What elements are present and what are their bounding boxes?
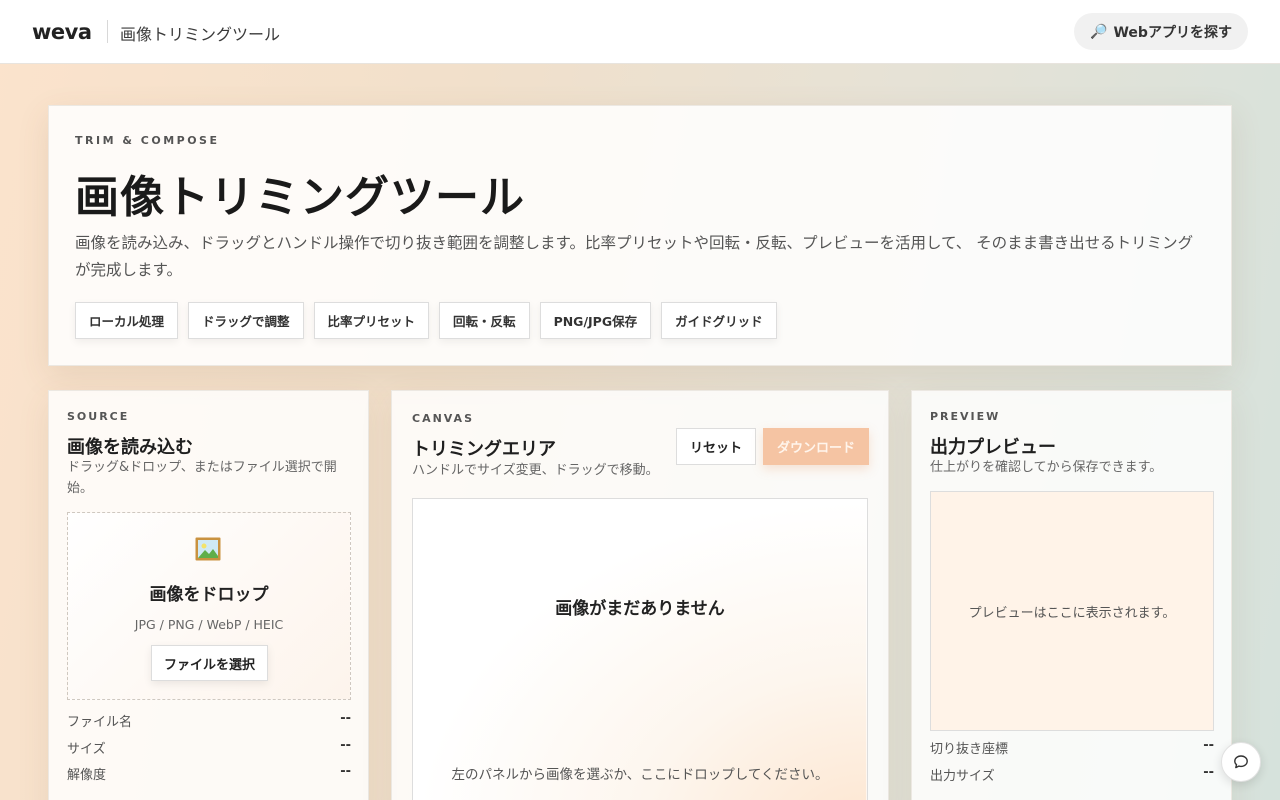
- preview-placeholder: プレビューはここに表示されます。: [968, 606, 1176, 621]
- source-eyebrow: SOURCE: [67, 410, 130, 423]
- canvas-panel: CANVAS トリミングエリア ハンドルでサイズ変更、ドラッグで移動。 リセット…: [391, 390, 889, 800]
- meta-value: --: [340, 737, 351, 753]
- source-subtitle: ドラッグ&ドロップ、またはファイル選択で開始。: [67, 460, 337, 496]
- meta-value: --: [340, 764, 351, 779]
- hero-eyebrow: TRIM & COMPOSE: [75, 134, 220, 147]
- meta-label: サイズ: [67, 741, 106, 757]
- select-file-button[interactable]: ファイルを選択: [151, 645, 268, 681]
- output-preview: プレビューはここに表示されます。: [930, 491, 1214, 731]
- hero-description: 画像を読み込み、ドラッグとハンドル操作で切り抜き範囲を調整します。比率プリセット…: [75, 234, 1194, 279]
- canvas-empty-title: 画像がまだありません: [555, 599, 725, 619]
- weva-logo[interactable]: weva: [32, 20, 92, 44]
- source-panel: SOURCE 画像を読み込む ドラッグ&ドロップ、またはファイル選択で開始。 画…: [48, 390, 369, 800]
- meta-value: --: [1203, 738, 1214, 753]
- meta-value: --: [1203, 764, 1214, 780]
- image-dropzone[interactable]: 画像をドロップ JPG / PNG / WebP / HEIC ファイルを選択: [67, 512, 351, 700]
- preview-eyebrow: PREVIEW: [930, 410, 1001, 423]
- meta-row-resolution: 解像度 --: [67, 764, 351, 791]
- app-title: 画像トリミングツール: [120, 25, 281, 44]
- page-title: 画像トリミングツール: [75, 172, 525, 223]
- chip-local: ローカル処理: [75, 302, 179, 339]
- feature-chips: ローカル処理 ドラッグで調整 比率プリセット 回転・反転 PNG/JPG保存 ガ…: [75, 302, 777, 339]
- meta-row-size: サイズ --: [67, 738, 351, 765]
- preview-panel: PREVIEW 出力プレビュー 仕上がりを確認してから保存できます。 プレビュー…: [911, 390, 1232, 800]
- preview-subtitle: 仕上がりを確認してから保存できます。: [930, 460, 1163, 475]
- reset-button[interactable]: リセット: [676, 428, 756, 465]
- meta-row-output-size: 出力サイズ --: [930, 765, 1214, 792]
- canvas-subtitle: ハンドルでサイズ変更、ドラッグで移動。: [412, 463, 659, 478]
- meta-label: 切り抜き座標: [930, 742, 1009, 757]
- meta-label: 出力サイズ: [930, 768, 995, 784]
- chat-button[interactable]: [1221, 742, 1261, 782]
- meta-value: --: [340, 711, 351, 726]
- hero-card: TRIM & COMPOSE 画像トリミングツール 画像を読み込み、ドラッグとハ…: [48, 105, 1232, 366]
- top-bar: weva 画像トリミングツール 🔎 Webアプリを探す: [0, 0, 1280, 64]
- chip-drag: ドラッグで調整: [188, 302, 304, 339]
- canvas-eyebrow: CANVAS: [412, 412, 474, 425]
- trim-canvas[interactable]: 画像がまだありません 左のパネルから画像を選ぶか、ここにドロップしてください。: [412, 498, 868, 800]
- explore-webapps-label: Webアプリを探す: [1113, 24, 1232, 41]
- source-meta-list: ファイル名 -- サイズ -- 解像度 --: [67, 711, 351, 791]
- dropzone-formats: JPG / PNG / WebP / HEIC: [134, 617, 284, 632]
- preview-meta-list: 切り抜き座標 -- 出力サイズ --: [930, 738, 1214, 791]
- chip-rotate: 回転・反転: [439, 302, 530, 339]
- meta-row-crop-coords: 切り抜き座標 --: [930, 738, 1214, 765]
- meta-row-filename: ファイル名 --: [67, 711, 351, 738]
- canvas-empty-hint: 左のパネルから画像を選ぶか、ここにドロップしてください。: [451, 767, 829, 783]
- magnifier-icon: 🔎: [1090, 23, 1108, 40]
- explore-webapps-button[interactable]: 🔎 Webアプリを探す: [1074, 13, 1248, 50]
- source-title: 画像を読み込む: [67, 437, 193, 458]
- picture-icon: [195, 537, 221, 561]
- chip-ratio: 比率プリセット: [313, 302, 430, 339]
- chat-bubble-icon: [1234, 755, 1248, 769]
- preview-title: 出力プレビュー: [930, 437, 1056, 458]
- chip-save: PNG/JPG保存: [539, 302, 652, 339]
- chip-grid: ガイドグリッド: [661, 302, 777, 339]
- download-button[interactable]: ダウンロード: [763, 428, 869, 465]
- header-divider: [107, 20, 108, 43]
- canvas-title: トリミングエリア: [412, 439, 556, 460]
- meta-label: 解像度: [67, 768, 107, 783]
- dropzone-title: 画像をドロップ: [149, 585, 269, 605]
- meta-label: ファイル名: [67, 715, 133, 730]
